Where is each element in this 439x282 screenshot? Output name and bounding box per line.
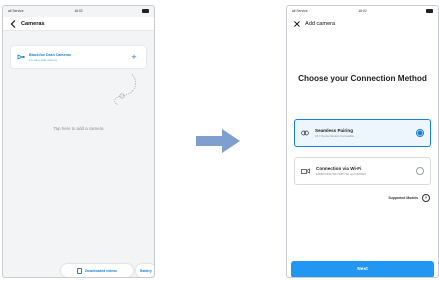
video-folder-icon xyxy=(77,267,83,274)
seamless-pairing-option[interactable]: Seamless Pairing All X Series Models Com… xyxy=(294,119,431,147)
close-button[interactable] xyxy=(292,18,302,30)
downloaded-videos-label: Downloaded videos xyxy=(85,268,117,273)
status-time: 16:02 xyxy=(358,9,367,13)
page-title: Cameras xyxy=(21,20,45,27)
supported-models-link[interactable]: Supported Models ? xyxy=(388,194,430,202)
option-subtitle: All X Series Models Compatible xyxy=(315,134,355,138)
option-subtitle: DR900X/DR750X/DR770X and DR590X xyxy=(316,172,367,176)
nav-bar: Add camera xyxy=(287,17,438,31)
blackvue-camera-card[interactable]: BlackVue Dash Cameras For easy dash-shar… xyxy=(11,46,146,68)
cameras-screen: all Service 16:02 Cameras BlackVue Dash … xyxy=(2,5,155,278)
battery-icon xyxy=(426,9,433,13)
status-bar: all Service 16:02 xyxy=(287,6,438,16)
help-icon[interactable]: ? xyxy=(422,194,430,202)
wifi-connection-option[interactable]: Connection via Wi-Fi DR900X/DR750X/DR770… xyxy=(294,157,431,185)
connection-method-heading: Choose your Connection Method xyxy=(298,74,427,83)
dashcam-icon xyxy=(17,54,25,60)
battery-icon xyxy=(142,9,149,13)
arrow-right-icon xyxy=(196,129,240,153)
status-time: 16:02 xyxy=(74,9,83,13)
page-title: Add camera xyxy=(305,21,336,27)
battery-button[interactable]: Battery xyxy=(136,264,154,277)
battery-label: Battery xyxy=(140,268,152,273)
downloaded-videos-button[interactable]: Downloaded videos xyxy=(61,264,133,277)
link-icon xyxy=(301,130,309,136)
wifi-camera-icon xyxy=(301,168,310,174)
back-button[interactable] xyxy=(8,18,18,30)
next-button[interactable]: Next xyxy=(291,261,434,277)
curved-arrow-icon xyxy=(114,73,136,106)
carrier-label: all Service xyxy=(8,9,24,13)
card-subtitle: For easy dash-sharing xyxy=(29,57,57,62)
close-icon xyxy=(294,21,300,27)
add-camera-screen: all Service 16:02 Add camera Choose your… xyxy=(286,5,439,278)
wifi-connection-radio[interactable] xyxy=(416,167,424,175)
carrier-label: all Service xyxy=(292,9,308,13)
supported-models-label: Supported Models xyxy=(388,196,418,200)
add-camera-hint[interactable]: Tap here to add a camera xyxy=(3,126,154,131)
add-camera-plus-button[interactable]: + xyxy=(128,51,140,63)
chevron-left-icon xyxy=(10,19,16,28)
status-bar: all Service 16:02 xyxy=(3,6,154,16)
seamless-pairing-radio[interactable] xyxy=(416,129,424,137)
nav-bar: Cameras xyxy=(3,17,154,31)
